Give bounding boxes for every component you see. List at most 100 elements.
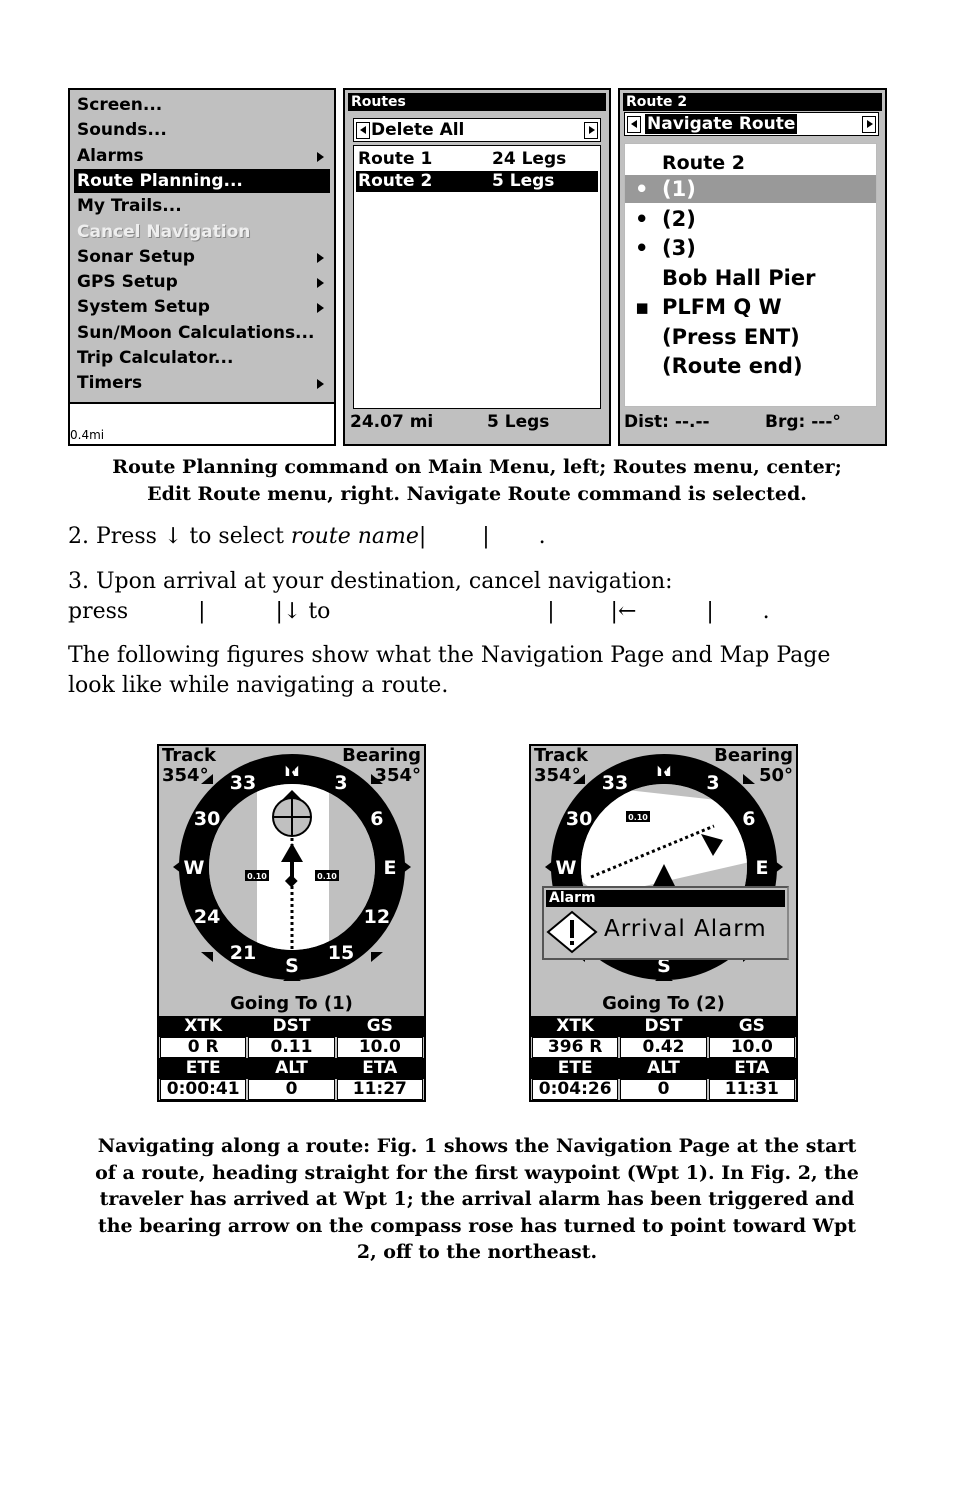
bearing-readout: Brg: ---°: [765, 412, 841, 432]
route-waypoint-item[interactable]: • (3): [625, 234, 876, 262]
menu-item[interactable]: Sonar Setup: [74, 245, 330, 269]
menu-item[interactable]: Timers: [74, 371, 330, 395]
menu-item[interactable]: Sounds...: [74, 118, 330, 142]
data-row: XTK DST GS: [159, 1016, 424, 1037]
route-waypoint-item[interactable]: Bob Hall Pier: [625, 264, 876, 292]
data-cell: ETE: [532, 1058, 619, 1079]
alarm-dialog[interactable]: Alarm Arrival Alarm: [542, 886, 789, 960]
menu-item[interactable]: Alarms: [74, 144, 330, 168]
para-line: The following figures show what the Navi…: [68, 643, 831, 668]
compass-label-d12: 12: [364, 906, 390, 928]
menu-item[interactable]: Sun/Moon Calculations...: [74, 321, 330, 345]
data-row: 396 R 0.42 10.0: [531, 1037, 796, 1058]
waypoint-label: (3): [662, 236, 696, 260]
paragraph: The following figures show what the Navi…: [68, 641, 830, 701]
waypoint-label: PLFM Q W: [662, 295, 782, 319]
going-to-label: Going To (1): [230, 993, 353, 1014]
compass-label-d3: 3: [334, 772, 347, 794]
caption-1: Route Planning command on Main Menu, lef…: [60, 454, 894, 507]
submenu-arrow-icon: [317, 278, 324, 289]
waypoint-label: (Route end): [662, 354, 803, 378]
compass-label-d24: 24: [194, 906, 220, 928]
right-arrow-icon[interactable]: [584, 122, 598, 139]
submenu-arrow-icon: [317, 252, 324, 263]
data-grid: XTK DST GS 396 R 0.42 10.0 ETE ALT ETA 0:04:26 0 11…: [531, 1016, 796, 1100]
compass-label-d6: 6: [370, 808, 383, 830]
compass-label-w: W: [556, 857, 577, 879]
data-cell: 396 R: [532, 1037, 619, 1058]
data-cell: ALT: [620, 1058, 707, 1079]
data-grid: XTK DST GS 0 R 0.11 10.0 ETE ALT ETA 0:00:41 0 11:2…: [159, 1016, 424, 1100]
marker-icon: [775, 861, 783, 873]
compass-label-e: E: [384, 857, 397, 879]
submenu-arrow-icon: [317, 151, 324, 162]
total-legs: 5 Legs: [487, 412, 550, 432]
marker-icon: [545, 861, 553, 873]
data-cell: 10.0: [708, 1037, 795, 1058]
compass-rose: 0.10 0.10N36E1215S2124W3033: [173, 754, 411, 981]
bearing-label: Bearing: [714, 745, 793, 766]
route-heading: Route 2: [662, 152, 746, 174]
caption-line: Route Planning command on Main Menu, lef…: [112, 456, 842, 478]
left-arrow-icon[interactable]: [627, 116, 641, 133]
menu-item[interactable]: My Trails...: [74, 194, 330, 218]
data-cell: 0: [620, 1079, 707, 1100]
menu-item-label: Cancel Navigation: [77, 221, 251, 242]
submenu-arrow-icon: [317, 303, 324, 314]
bearing-label: Bearing: [342, 745, 421, 766]
map-strip: 0.4mi: [70, 402, 334, 444]
caption-line: of a route, heading straight for the fir…: [95, 1161, 859, 1184]
route-waypoint-item[interactable]: (Press ENT): [625, 323, 876, 351]
warning-icon: [546, 910, 598, 954]
track-label: Track: [162, 745, 216, 766]
route-row[interactable]: Route 1 24 Legs: [356, 149, 598, 170]
route-waypoint-item[interactable]: (Route end): [625, 352, 876, 380]
data-cell: ETA: [336, 1058, 423, 1079]
data-cell: ETE: [160, 1058, 247, 1079]
data-cell: GS: [336, 1016, 423, 1037]
distance-readout: Dist: --.--: [624, 412, 710, 432]
edit-route-screen: Route 2 Navigate Route Route 2 • (1) • (2) •…: [618, 88, 887, 446]
menu-item[interactable]: Screen...: [74, 93, 330, 117]
menu-item: Cancel Navigation: [74, 220, 330, 244]
route-waypoint-item[interactable]: • (1): [625, 175, 876, 203]
navigate-route-command[interactable]: Navigate Route: [645, 114, 798, 134]
submenu-arrow-icon: [317, 379, 324, 390]
route-waypoint-item[interactable]: ▪ PLFM Q W: [625, 293, 876, 321]
data-cell: DST: [248, 1016, 335, 1037]
dropdown-value: Delete All: [371, 120, 465, 140]
track-value: 354°: [162, 765, 209, 786]
step-text: | | .: [418, 524, 546, 549]
route-row-selected[interactable]: Route 2 5 Legs: [356, 171, 598, 192]
menu-item-label: Alarms: [77, 145, 144, 166]
menu-item-label: Sun/Moon Calculations...: [77, 322, 315, 343]
menu-item[interactable]: Trip Calculator...: [74, 346, 330, 370]
routes-list: Route 1 24 Legs Route 2 5 Legs: [353, 145, 601, 409]
main-menu-screen: Screen... Sounds... Alarms Route Planning..…: [68, 88, 336, 446]
left-arrow-icon[interactable]: [356, 122, 370, 139]
data-cell: 0.42: [620, 1037, 707, 1058]
routes-screen: Routes Delete All Route 1 24 Legs Route 2…: [343, 88, 611, 446]
caption-line: Edit Route menu, right. Navigate Route c…: [147, 482, 807, 505]
data-row: 0:04:26 0 11:31: [531, 1079, 796, 1100]
menu-item[interactable]: GPS Setup: [74, 270, 330, 294]
route-legs: 24 Legs: [492, 149, 567, 169]
bullet-icon: ▪: [635, 295, 650, 319]
route-command-dropdown[interactable]: Navigate Route: [624, 112, 879, 136]
menu-item[interactable]: System Setup: [74, 295, 330, 319]
bullet-icon: •: [635, 236, 649, 260]
menu-item-label: System Setup: [77, 297, 210, 318]
data-cell: 11:31: [708, 1079, 795, 1100]
step-text: 2. Press ↓ to select: [68, 524, 291, 549]
menu-item-label: Timers: [77, 373, 143, 394]
marker-icon: [403, 861, 411, 873]
menu-item[interactable]: Route Planning...: [74, 168, 330, 193]
compass-label-d21: 21: [230, 942, 256, 964]
scale-label: 0.10: [247, 872, 267, 881]
menu-item-label: Screen...: [77, 95, 163, 115]
data-cell: DST: [620, 1016, 707, 1037]
right-arrow-icon[interactable]: [862, 116, 876, 133]
alarm-title: Alarm: [546, 890, 785, 907]
routes-command-dropdown[interactable]: Delete All: [353, 118, 601, 142]
route-waypoint-item[interactable]: • (2): [625, 205, 876, 233]
